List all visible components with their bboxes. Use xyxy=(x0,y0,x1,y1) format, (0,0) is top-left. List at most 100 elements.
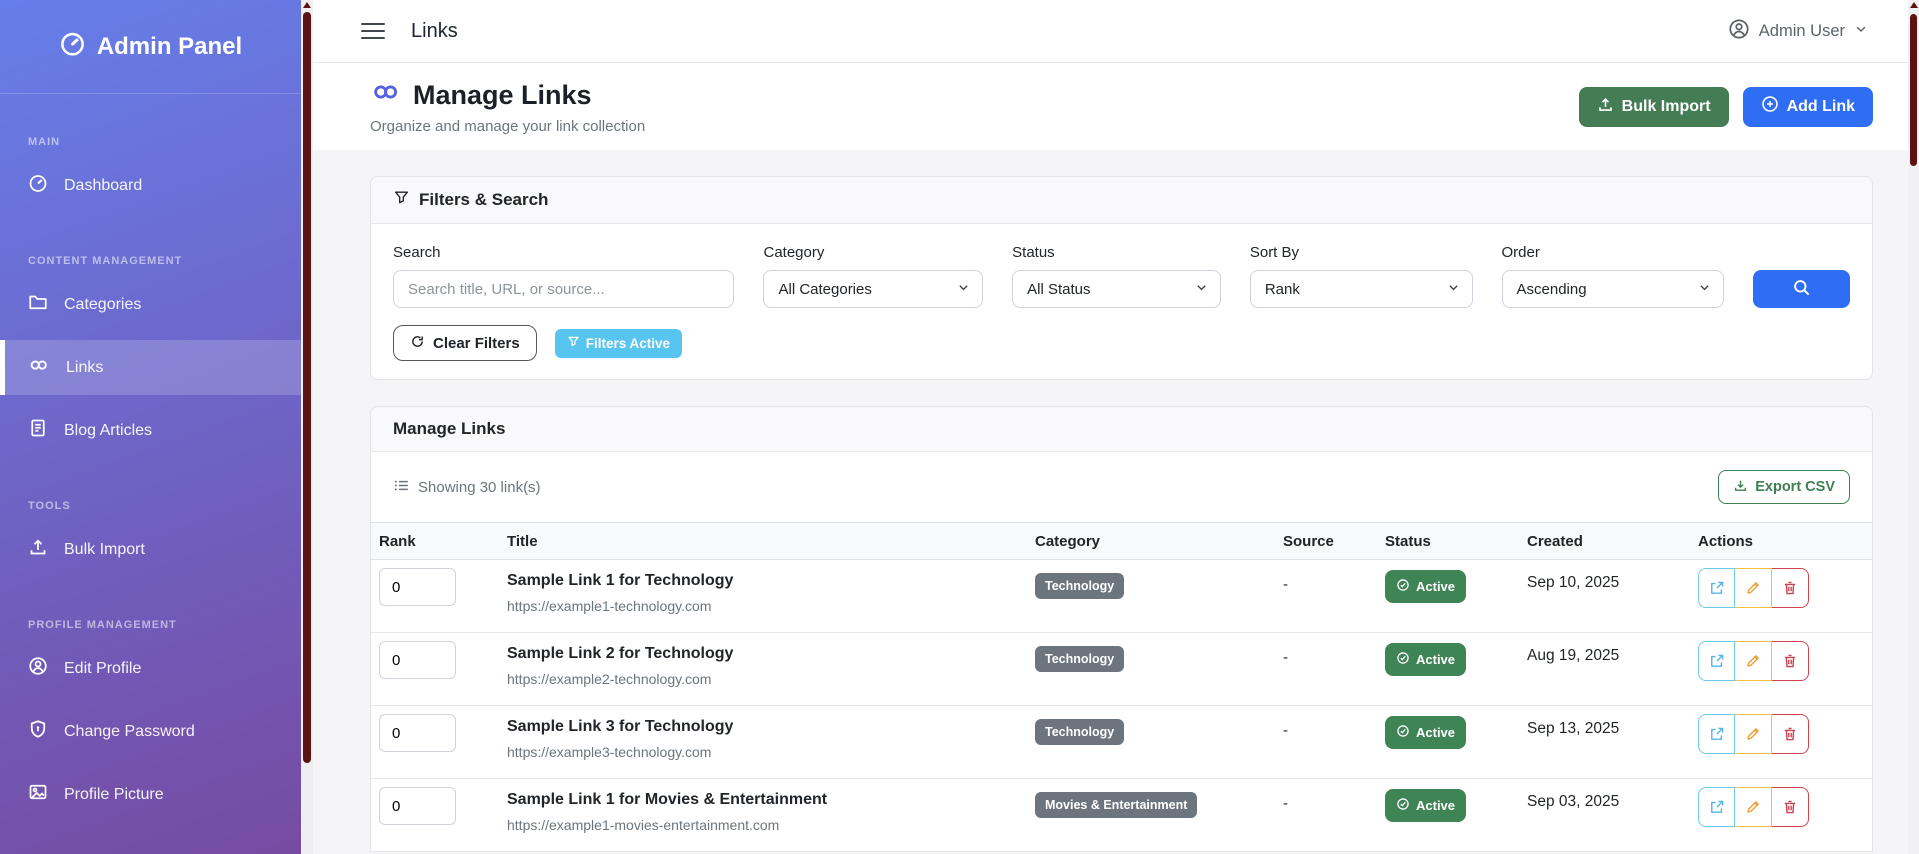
source-value: - xyxy=(1283,576,1288,593)
created-date: Sep 10, 2025 xyxy=(1527,574,1620,591)
status-badge: Active xyxy=(1385,643,1467,676)
delete-link-button[interactable] xyxy=(1772,787,1809,827)
link-url: https://example3-technology.com xyxy=(507,744,712,760)
rank-input[interactable] xyxy=(379,787,456,825)
source-value: - xyxy=(1283,649,1288,666)
sidebar: Admin Panel MAIN Dashboard CONTENT MANAG… xyxy=(0,0,301,854)
category-select[interactable]: All Categories xyxy=(763,270,984,308)
delete-link-button[interactable] xyxy=(1772,568,1809,608)
sidebar-scrollbar[interactable] xyxy=(301,0,313,854)
chain-links-icon xyxy=(28,355,50,380)
chain-links-icon xyxy=(370,78,402,113)
bulk-import-button[interactable]: Bulk Import xyxy=(1578,86,1729,127)
col-header-source: Source xyxy=(1283,532,1334,550)
page-subtitle: Organize and manage your link collection xyxy=(370,118,646,135)
delete-link-button[interactable] xyxy=(1772,714,1809,754)
created-date: Sep 03, 2025 xyxy=(1527,793,1620,810)
order-label: Order xyxy=(1501,244,1540,261)
link-title: Sample Link 1 for Technology xyxy=(507,572,734,589)
table-row: Sample Link 1 for Movies & Entertainment… xyxy=(371,779,1872,852)
magnifier-icon xyxy=(1792,278,1811,300)
open-link-button[interactable] xyxy=(1698,787,1735,827)
sidebar-item-links[interactable]: Links xyxy=(0,340,301,395)
search-submit-button[interactable] xyxy=(1753,270,1851,308)
chevron-down-icon xyxy=(957,281,970,298)
link-title: Sample Link 2 for Technology xyxy=(507,645,734,662)
edit-link-button[interactable] xyxy=(1735,568,1772,608)
sidebar-item-dashboard[interactable]: Dashboard xyxy=(0,158,301,213)
scrollbar-thumb[interactable] xyxy=(1910,14,1917,166)
link-url: https://example1-technology.com xyxy=(507,598,712,614)
table-header-row: Rank Title Category Source Status Create… xyxy=(371,522,1872,560)
edit-link-button[interactable] xyxy=(1735,714,1772,754)
rank-input[interactable] xyxy=(379,568,456,606)
sort-by-select[interactable]: Rank xyxy=(1249,270,1473,308)
filters-card-title: Filters & Search xyxy=(419,190,549,209)
sidebar-item-label: Profile Picture xyxy=(64,785,164,803)
sidebar-section-profile: PROFILE MANAGEMENT xyxy=(28,619,177,631)
page-title: Manage Links xyxy=(413,80,592,110)
check-circle-icon xyxy=(1396,724,1410,741)
order-select[interactable]: Ascending xyxy=(1501,270,1725,308)
upload-icon xyxy=(28,537,48,562)
search-input[interactable] xyxy=(393,270,735,308)
topbar: Links Admin User xyxy=(313,0,1908,63)
search-label: Search xyxy=(393,244,441,261)
sidebar-item-categories[interactable]: Categories xyxy=(0,277,301,332)
funnel-icon xyxy=(393,189,410,211)
download-icon xyxy=(1733,478,1748,497)
edit-link-button[interactable] xyxy=(1735,641,1772,681)
status-badge: Active xyxy=(1385,716,1467,749)
page-header: Manage Links Organize and manage your li… xyxy=(313,63,1908,150)
scroll-up-arrow[interactable] xyxy=(1909,2,1918,8)
hamburger-menu-icon[interactable] xyxy=(361,18,385,44)
category-badge: Technology xyxy=(1035,719,1125,745)
folder-icon xyxy=(28,292,48,317)
delete-link-button[interactable] xyxy=(1772,641,1809,681)
image-icon xyxy=(28,782,48,807)
export-csv-button[interactable]: Export CSV xyxy=(1718,470,1850,504)
source-value: - xyxy=(1283,795,1288,812)
open-link-button[interactable] xyxy=(1698,641,1735,681)
page-scrollbar[interactable] xyxy=(1908,0,1919,854)
sidebar-item-blog-articles[interactable]: Blog Articles xyxy=(0,403,301,458)
open-link-button[interactable] xyxy=(1698,568,1735,608)
clear-filters-button[interactable]: Clear Filters xyxy=(393,325,537,361)
col-header-title: Title xyxy=(507,532,538,550)
row-actions xyxy=(1698,714,1809,754)
add-link-button[interactable]: Add Link xyxy=(1742,86,1873,127)
status-badge: Active xyxy=(1385,789,1467,822)
link-title: Sample Link 1 for Movies & Entertainment xyxy=(507,791,828,808)
open-link-button[interactable] xyxy=(1698,714,1735,754)
links-card: Manage Links Showing 30 link(s) Export C… xyxy=(370,406,1873,852)
scrollbar-thumb[interactable] xyxy=(303,12,311,763)
plus-circle-icon xyxy=(1761,95,1779,118)
rank-input[interactable] xyxy=(379,641,456,679)
rank-input[interactable] xyxy=(379,714,456,752)
scroll-up-arrow[interactable] xyxy=(303,2,311,8)
sidebar-item-edit-profile[interactable]: Edit Profile xyxy=(0,641,301,696)
sidebar-section-tools: TOOLS xyxy=(28,500,71,512)
table-toolbar: Showing 30 link(s) Export CSV xyxy=(371,452,1872,522)
edit-link-button[interactable] xyxy=(1735,787,1772,827)
chevron-down-icon xyxy=(1854,22,1868,41)
table-row: Sample Link 1 for Technology https://exa… xyxy=(371,560,1872,633)
shield-icon xyxy=(28,719,48,744)
person-circle-icon xyxy=(28,656,48,681)
sidebar-item-bulk-import[interactable]: Bulk Import xyxy=(0,522,301,577)
person-circle-icon xyxy=(1728,18,1750,45)
showing-count: Showing 30 link(s) xyxy=(393,477,541,498)
sidebar-item-change-password[interactable]: Change Password xyxy=(0,704,301,759)
table-row: Sample Link 2 for Technology https://exa… xyxy=(371,633,1872,706)
filters-active-badge: Filters Active xyxy=(554,328,683,358)
row-actions xyxy=(1698,787,1809,827)
category-label: Category xyxy=(763,244,825,261)
row-actions xyxy=(1698,568,1809,608)
brand-title: Admin Panel xyxy=(96,32,243,60)
sidebar-item-label: Dashboard xyxy=(64,176,143,194)
status-select[interactable]: All Status xyxy=(1012,270,1221,308)
sidebar-item-profile-picture[interactable]: Profile Picture xyxy=(0,767,301,822)
user-menu[interactable]: Admin User xyxy=(1728,18,1868,45)
file-text-icon xyxy=(28,418,48,443)
sidebar-section-content: CONTENT MANAGEMENT xyxy=(28,255,183,267)
